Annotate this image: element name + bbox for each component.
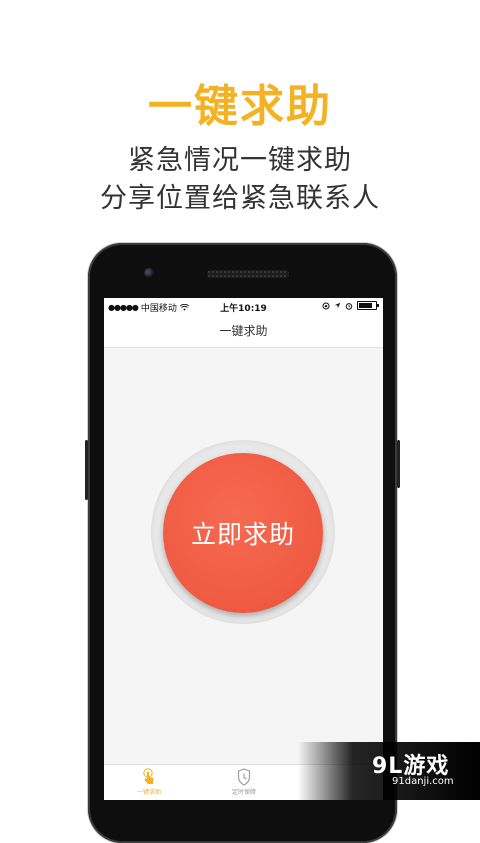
- status-bar: ●●●●● 中国移动 上午10:19: [104, 298, 383, 315]
- phone-screen: ●●●●● 中国移动 上午10:19 一键求助 立即求助 一键求助 定时保障: [104, 298, 383, 800]
- sos-help-button[interactable]: 立即求助: [163, 453, 323, 613]
- earpiece-speaker: [207, 270, 289, 278]
- shield-clock-icon: [237, 768, 251, 786]
- promo-subtitle-line1: 紧急情况一键求助: [128, 145, 352, 176]
- promo-subtitle-line2: 分享位置给紧急联系人: [100, 183, 380, 214]
- hand-tap-icon: [143, 768, 154, 784]
- phone-power-button: [397, 440, 400, 488]
- nav-title: 一键求助: [104, 315, 383, 348]
- alarm-icon: [345, 302, 353, 310]
- tab-scheduled-protection[interactable]: 定时保障: [209, 765, 279, 800]
- location-arrow-icon: [334, 302, 341, 309]
- promo-headline: 一键求助: [148, 81, 332, 132]
- front-camera: [144, 268, 154, 278]
- tab-scheduled-protection-label: 定时保障: [231, 789, 256, 796]
- rotation-lock-icon: [322, 301, 330, 310]
- battery-icon: [357, 301, 379, 310]
- watermark-url: 91danji.com: [392, 776, 454, 787]
- phone-volume-button: [85, 440, 88, 500]
- tab-one-key-help[interactable]: 一键求助: [114, 765, 184, 800]
- tab-one-key-help-label: 一键求助: [136, 789, 161, 796]
